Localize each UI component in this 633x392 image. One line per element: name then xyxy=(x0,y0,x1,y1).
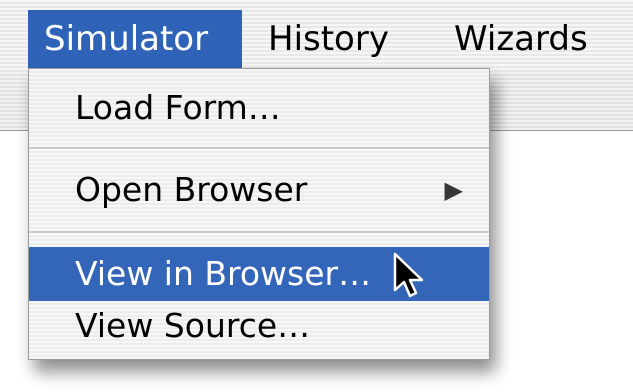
menu-wizards[interactable]: Wizards xyxy=(438,10,614,68)
menu-separator xyxy=(29,147,489,150)
screenshot-stage: Simulator History Wizards Load Form… Ope… xyxy=(0,0,633,392)
menu-item-label: View Source… xyxy=(75,306,311,345)
menu-item-view-source[interactable]: View Source… xyxy=(29,299,489,353)
menu-simulator[interactable]: Simulator xyxy=(28,10,242,68)
triangle-right-icon: ▶ xyxy=(444,176,463,204)
menu-separator xyxy=(29,231,489,234)
arrow-cursor-icon xyxy=(393,252,424,298)
menu-item-open-browser[interactable]: Open Browser ▶ xyxy=(29,163,489,217)
menu-bar: Simulator History Wizards xyxy=(0,0,633,73)
menu-item-label: Load Form… xyxy=(75,88,281,127)
simulator-dropdown-menu: Load Form… Open Browser ▶ View in Browse… xyxy=(28,68,490,360)
menu-item-label: Open Browser xyxy=(75,170,308,209)
menu-history[interactable]: History xyxy=(252,10,428,68)
menu-item-load-form[interactable]: Load Form… xyxy=(29,81,489,135)
menu-item-label: View in Browser… xyxy=(75,254,372,293)
